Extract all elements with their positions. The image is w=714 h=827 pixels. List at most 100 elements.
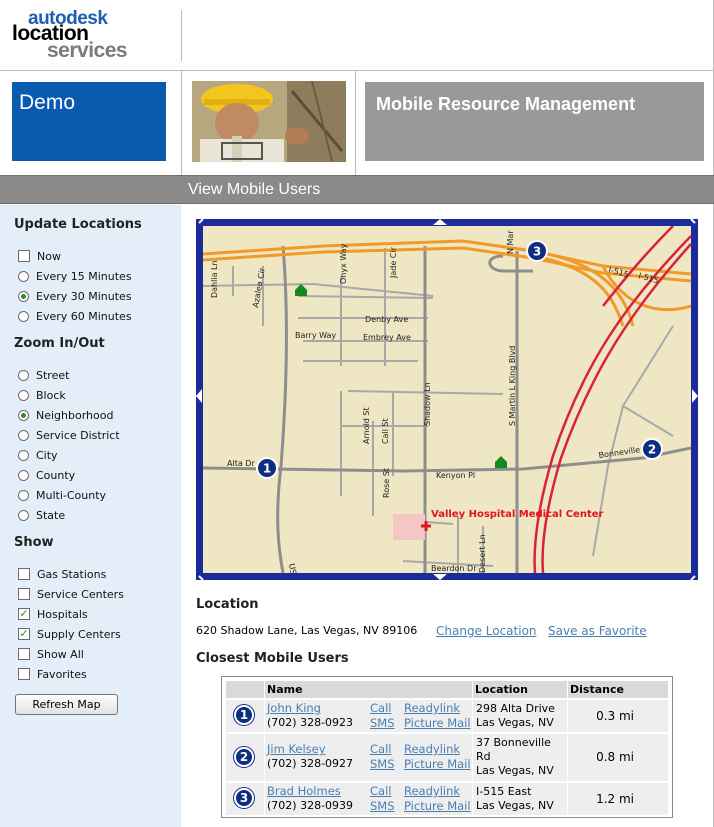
option-label: Show All: [37, 647, 84, 661]
zoom-state-radio[interactable]: [18, 509, 29, 521]
show-all-checkbox[interactable]: [18, 648, 30, 660]
readylink-link[interactable]: Readylink: [404, 784, 460, 798]
update-60-radio[interactable]: [18, 310, 29, 322]
name-cell: John King (702) 328-0923 Call SMS Readyl…: [265, 700, 472, 732]
option-label: Block: [36, 388, 66, 402]
option-label: Neighborhood: [36, 408, 114, 422]
update-15-option[interactable]: Every 15 Minutes: [18, 269, 132, 283]
change-location-link[interactable]: Change Location: [436, 624, 537, 638]
save-favorite-link[interactable]: Save as Favorite: [548, 624, 647, 638]
zoom-service-district-option[interactable]: Service District: [18, 428, 120, 442]
user-number-badge: 2: [234, 747, 254, 767]
picture-mail-link[interactable]: Picture Mail: [404, 716, 471, 730]
show-supply-centers-option[interactable]: ✓ Supply Centers: [18, 627, 121, 641]
zoom-heading: Zoom In/Out: [14, 336, 105, 351]
logo-line-3: services: [47, 39, 128, 62]
distance-cell: 0.3 mi: [568, 700, 668, 732]
option-label: City: [36, 448, 58, 462]
show-gas-stations-checkbox[interactable]: [18, 568, 30, 580]
update-60-option[interactable]: Every 60 Minutes: [18, 309, 132, 323]
location-cell: I-515 East Las Vegas, NV: [473, 783, 567, 815]
user-name-link[interactable]: Brad Holmes: [267, 784, 341, 798]
user-number-badge: 1: [234, 705, 254, 725]
zoom-county-radio[interactable]: [18, 469, 29, 481]
option-label: Every 30 Minutes: [36, 289, 132, 303]
show-gas-stations-option[interactable]: Gas Stations: [18, 567, 106, 581]
picture-mail-link[interactable]: Picture Mail: [404, 799, 471, 813]
page-title: View Mobile Users: [188, 181, 321, 198]
refresh-map-button[interactable]: Refresh Map: [15, 694, 118, 715]
update-15-radio[interactable]: [18, 270, 29, 282]
header-num-cell: [226, 681, 264, 698]
sms-link[interactable]: SMS: [370, 799, 395, 813]
show-hospitals-checkbox[interactable]: ✓: [18, 608, 30, 620]
user-phone: (702) 328-0927: [267, 757, 354, 770]
update-now-checkbox[interactable]: [18, 250, 30, 262]
show-service-centers-option[interactable]: Service Centers: [18, 587, 124, 601]
readylink-link[interactable]: Readylink: [404, 701, 460, 715]
location-address: 620 Shadow Lane, Las Vegas, NV 89106: [196, 624, 418, 637]
pan-south-icon[interactable]: [433, 574, 447, 580]
show-favorites-checkbox[interactable]: [18, 668, 30, 680]
option-label: Hospitals: [37, 607, 88, 621]
pan-west-icon[interactable]: [196, 389, 202, 403]
zoom-neighborhood-option[interactable]: Neighborhood: [18, 408, 113, 422]
zoom-state-option[interactable]: State: [18, 508, 65, 522]
pan-east-icon[interactable]: [692, 389, 698, 403]
option-label: State: [36, 508, 66, 522]
readylink-link[interactable]: Readylink: [404, 742, 460, 756]
sms-link[interactable]: SMS: [370, 716, 395, 730]
table-row: 2 Jim Kelsey (702) 328-0927 Call SMS Rea…: [226, 733, 668, 781]
option-label: Every 60 Minutes: [36, 309, 132, 323]
show-heading: Show: [14, 535, 54, 550]
row-num-cell: 2: [226, 734, 264, 781]
update-now-option[interactable]: Now: [18, 249, 61, 263]
option-label: Every 15 Minutes: [36, 269, 132, 283]
zoom-county-option[interactable]: County: [18, 468, 75, 482]
autodesk-logo[interactable]: autodesk location services: [0, 0, 181, 70]
show-service-centers-checkbox[interactable]: [18, 588, 30, 600]
update-locations-heading: Update Locations: [14, 217, 142, 232]
zoom-street-option[interactable]: Street: [18, 368, 69, 382]
show-all-option[interactable]: Show All: [18, 647, 84, 661]
location-line-1: 37 Bonneville: [476, 736, 551, 749]
call-link[interactable]: Call: [370, 701, 391, 715]
zoom-block-radio[interactable]: [18, 389, 29, 401]
demo-banner: Demo: [12, 82, 166, 161]
user-name-link[interactable]: Jim Kelsey: [267, 742, 326, 756]
zoom-service-district-radio[interactable]: [18, 429, 29, 441]
distance-cell: 0.8 mi: [568, 734, 668, 781]
zoom-multi-county-option[interactable]: Multi-County: [18, 488, 106, 502]
column-header-name: Name: [265, 681, 472, 698]
update-30-option[interactable]: Every 30 Minutes: [18, 289, 132, 303]
user-phone: (702) 328-0939: [267, 799, 354, 812]
sms-link[interactable]: SMS: [370, 757, 395, 771]
zoom-multi-county-radio[interactable]: [18, 489, 29, 501]
show-favorites-option[interactable]: Favorites: [18, 667, 87, 681]
row-num-cell: 1: [226, 700, 264, 732]
show-supply-centers-checkbox[interactable]: ✓: [18, 628, 30, 640]
zoom-city-radio[interactable]: [18, 449, 29, 461]
location-cell: 298 Alta Drive Las Vegas, NV: [473, 700, 567, 732]
option-label: County: [36, 468, 76, 482]
zoom-neighborhood-radio[interactable]: [18, 409, 29, 421]
update-30-radio[interactable]: [18, 290, 29, 302]
user-name-link[interactable]: John King: [267, 701, 321, 715]
location-line-2: Rd: [476, 750, 491, 763]
option-label: Multi-County: [36, 488, 107, 502]
zoom-city-option[interactable]: City: [18, 448, 58, 462]
call-link[interactable]: Call: [370, 742, 391, 756]
option-label: Now: [37, 249, 61, 263]
user-number-badge: 3: [234, 788, 254, 808]
pan-north-icon[interactable]: [433, 219, 447, 225]
zoom-block-option[interactable]: Block: [18, 388, 66, 402]
show-hospitals-option[interactable]: ✓ Hospitals: [18, 607, 88, 621]
pan-arrows: [196, 218, 698, 581]
picture-mail-link[interactable]: Picture Mail: [404, 757, 471, 771]
zoom-street-radio[interactable]: [18, 369, 29, 381]
name-cell: Brad Holmes (702) 328-0939 Call SMS Read…: [265, 783, 472, 815]
call-link[interactable]: Call: [370, 784, 391, 798]
header-rule: [0, 70, 714, 71]
option-label: Service Centers: [37, 587, 124, 601]
worker-photo-art: [192, 81, 346, 162]
